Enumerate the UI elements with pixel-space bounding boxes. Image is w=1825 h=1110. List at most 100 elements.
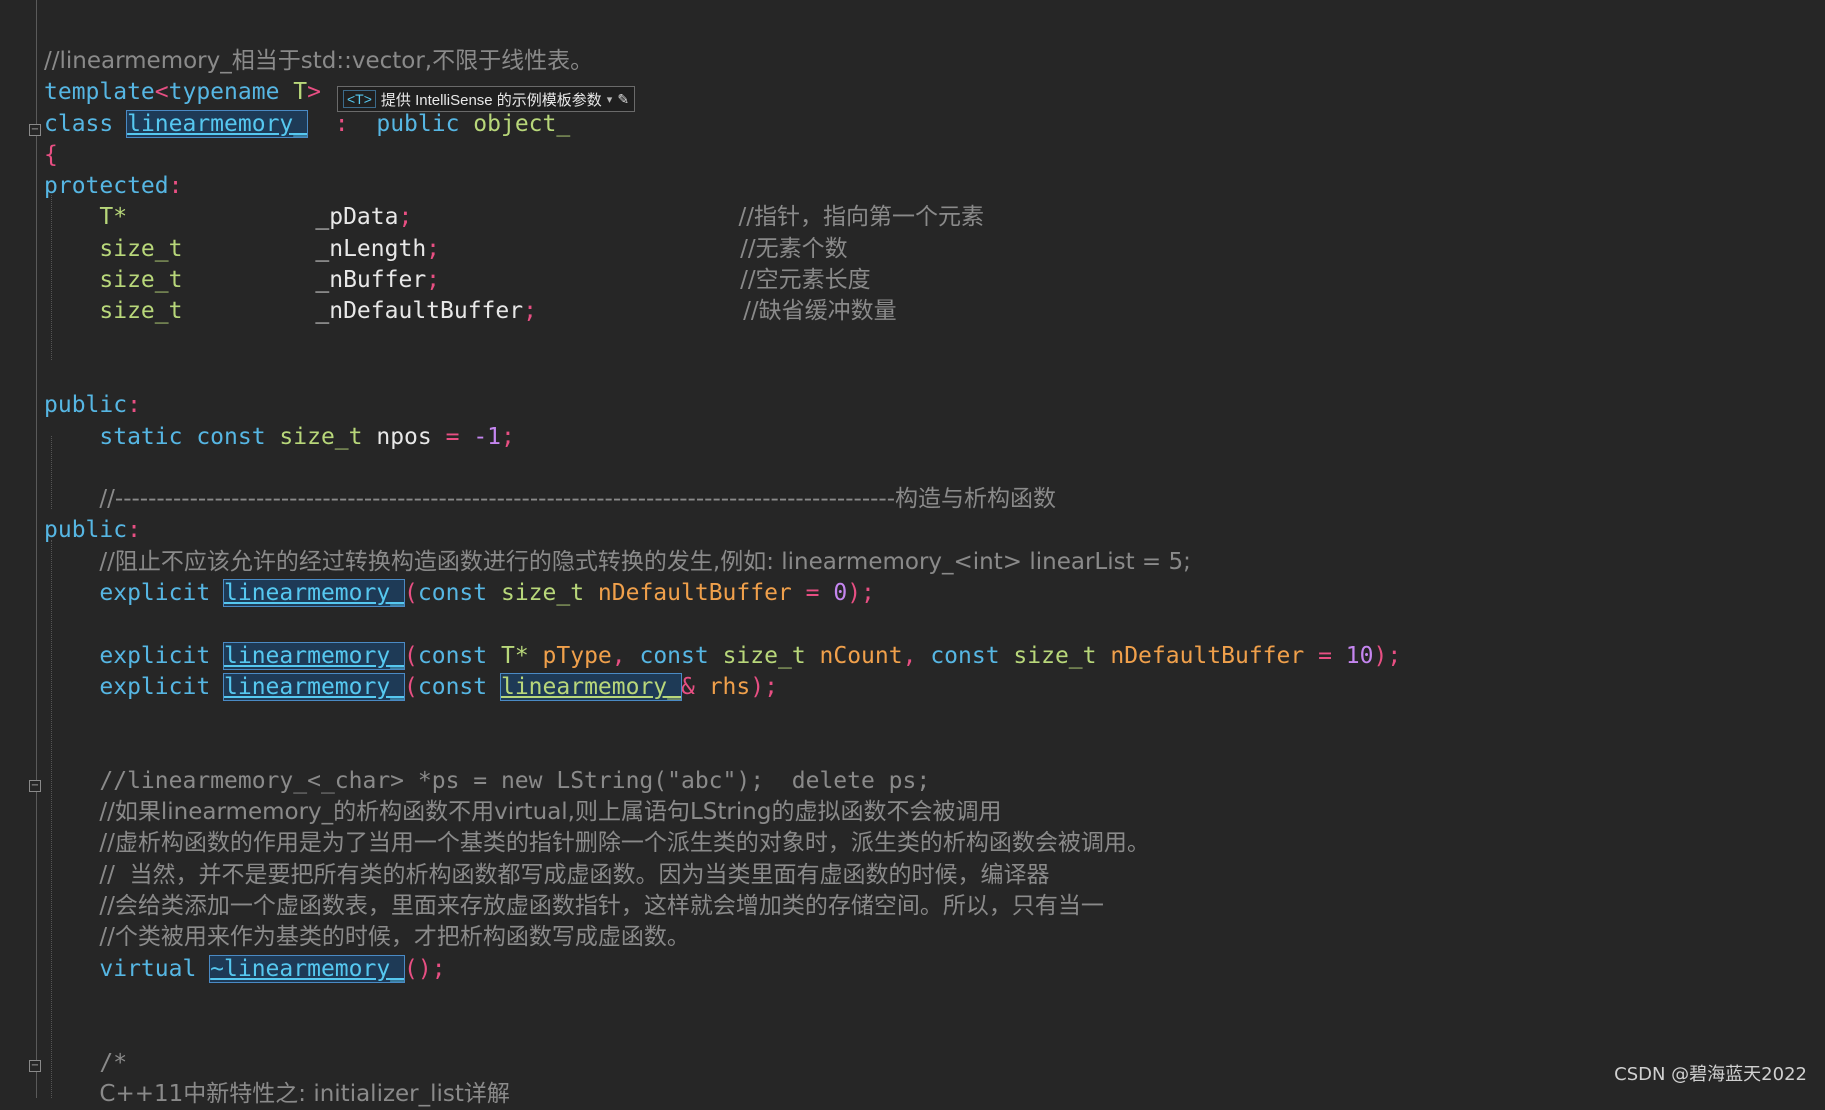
keyword-public: public xyxy=(44,392,128,419)
pencil-icon[interactable]: ✎ xyxy=(617,91,629,108)
code-line: size_t _nDefaultBuffer; //缺省缓冲数量 xyxy=(44,296,1401,327)
param-name: nCount xyxy=(819,642,903,669)
punct: & xyxy=(681,673,695,700)
code-line: { xyxy=(44,140,1401,171)
type-T-pointer: T* xyxy=(500,642,543,669)
punct: ; xyxy=(426,235,441,262)
keyword-const: const xyxy=(417,642,501,669)
comment: //指针，指向第一个元素 xyxy=(738,204,984,231)
code-line: //个类被用来作为基类的时候，才把析构函数写成虚函数。 xyxy=(44,922,1401,953)
punct: : xyxy=(168,173,183,200)
keyword-const: const xyxy=(639,642,723,669)
constructor-name-highlight[interactable]: linearmemory_ xyxy=(223,579,406,608)
code-line: size_t _nBuffer; //空元素长度 xyxy=(44,265,1401,296)
code-line: protected: xyxy=(44,171,1401,202)
punct: ); xyxy=(1373,642,1402,669)
comment: //缺省缓冲数量 xyxy=(743,298,897,325)
member-type: T* xyxy=(99,204,128,231)
punct: ); xyxy=(847,580,875,607)
punct: ; xyxy=(501,423,515,450)
comment: C++11中新特性之: initializer_list详解 xyxy=(99,1080,510,1107)
fold-toggle-icon[interactable]: − xyxy=(29,124,41,136)
punct: = xyxy=(445,423,474,450)
constructor-name-highlight[interactable]: linearmemory_ xyxy=(223,672,406,701)
comment: /* xyxy=(99,1049,128,1076)
code-line: //linearmemory_<_char> *ps = new LString… xyxy=(44,766,1401,797)
brace: { xyxy=(44,141,58,168)
code-line: size_t _nLength; //无素个数 xyxy=(44,234,1401,265)
constructor-name-highlight[interactable]: linearmemory_ xyxy=(223,641,406,670)
comment: //虚析构函数的作用是为了当用一个基类的指针删除一个派生类的对象时，派生类的析构… xyxy=(99,830,1150,857)
chevron-down-icon[interactable]: ▾ xyxy=(607,93,613,106)
code-editor[interactable]: //linearmemory_相当于std::vector,不限于线性表。 te… xyxy=(44,46,1401,1110)
punct: ; xyxy=(523,298,537,325)
comment: //linearmemory_<_char> *ps = new LString… xyxy=(99,767,931,794)
member-type: size_t xyxy=(99,298,183,325)
punct: > xyxy=(307,79,321,106)
template-param: T xyxy=(279,79,308,106)
intellisense-template-bar[interactable]: <T> 提供 IntelliSense 的示例模板参数 ▾ ✎ xyxy=(337,86,636,112)
punct: , xyxy=(611,642,640,669)
comment: // 当然，并不是要把所有类的析构函数都写成虚函数。因为当类里面有虚函数的时候，… xyxy=(99,861,1050,888)
punct: ( xyxy=(404,642,418,669)
keyword-static: static xyxy=(99,423,197,450)
comment: //会给类添加一个虚函数表，里面来存放虚函数指针，这样就会增加类的存储空间。所以… xyxy=(99,893,1104,920)
code-line: public: xyxy=(44,390,1401,421)
fold-toggle-icon[interactable]: − xyxy=(29,780,41,792)
comment: //无素个数 xyxy=(740,235,848,262)
keyword-const: const xyxy=(930,642,1014,669)
code-line: T* _pData; //指针，指向第一个元素 xyxy=(44,202,1401,233)
member-name: _nLength xyxy=(315,235,427,262)
code-line: template<typename T> xyxy=(44,77,1401,108)
type-size-t: size_t xyxy=(500,580,598,607)
punct: ( xyxy=(404,580,418,607)
keyword-protected: protected xyxy=(44,173,169,200)
code-line: // 当然，并不是要把所有类的析构函数都写成虚函数。因为当类里面有虚函数的时候，… xyxy=(44,860,1401,891)
code-line: /* xyxy=(44,1048,1401,1079)
punct: (); xyxy=(404,955,446,982)
number-literal: 10 xyxy=(1345,642,1374,669)
code-line: class linearmemory_ : public object_ xyxy=(44,109,1401,140)
member-type: size_t xyxy=(99,235,183,262)
comment: //--------------------------------------… xyxy=(99,486,1057,513)
keyword-typename: typename xyxy=(168,79,280,106)
param-name: nDefaultBuffer xyxy=(1110,642,1305,669)
code-line: static const size_t npos = -1; xyxy=(44,422,1401,453)
type-size-t: size_t xyxy=(279,423,377,450)
keyword-public: public xyxy=(44,517,128,544)
type-size-t: size_t xyxy=(722,642,820,669)
class-name-highlight[interactable]: linearmemory_ xyxy=(126,109,309,138)
keyword-template: template xyxy=(44,79,155,106)
code-line: explicit linearmemory_(const size_t nDef… xyxy=(44,578,1401,609)
punct: ; xyxy=(426,267,441,294)
keyword-explicit: explicit xyxy=(99,580,225,607)
param-name: rhs xyxy=(694,673,751,700)
punct: : xyxy=(127,517,141,544)
comment: //空元素长度 xyxy=(740,267,871,294)
comment: //个类被用来作为基类的时候，才把析构函数写成虚函数。 xyxy=(99,924,690,951)
member-name: npos xyxy=(376,423,446,450)
punct: ; xyxy=(398,204,413,231)
member-name: _nBuffer xyxy=(315,267,427,294)
editor-gutter-line xyxy=(36,0,37,1098)
keyword-class: class xyxy=(44,110,128,137)
watermark: CSDN @碧海蓝天2022 xyxy=(1614,1064,1807,1085)
type-name-highlight[interactable]: linearmemory_ xyxy=(499,672,683,701)
code-line: virtual ~linearmemory_(); xyxy=(44,954,1401,985)
punct: : xyxy=(307,110,377,137)
code-line: //会给类添加一个虚函数表，里面来存放虚函数指针，这样就会增加类的存储空间。所以… xyxy=(44,891,1401,922)
code-line: public: xyxy=(44,515,1401,546)
keyword-explicit: explicit xyxy=(99,673,225,700)
punct: = xyxy=(791,580,834,607)
comment: //linearmemory_相当于std::vector,不限于线性表。 xyxy=(44,48,594,74)
template-tag-icon: <T> xyxy=(343,90,376,108)
fold-toggle-icon[interactable]: − xyxy=(29,1060,41,1072)
destructor-name-highlight[interactable]: ~linearmemory_ xyxy=(209,954,406,983)
code-line: //如果linearmemory_的析构函数不用virtual,则上属语句LSt… xyxy=(44,797,1401,828)
